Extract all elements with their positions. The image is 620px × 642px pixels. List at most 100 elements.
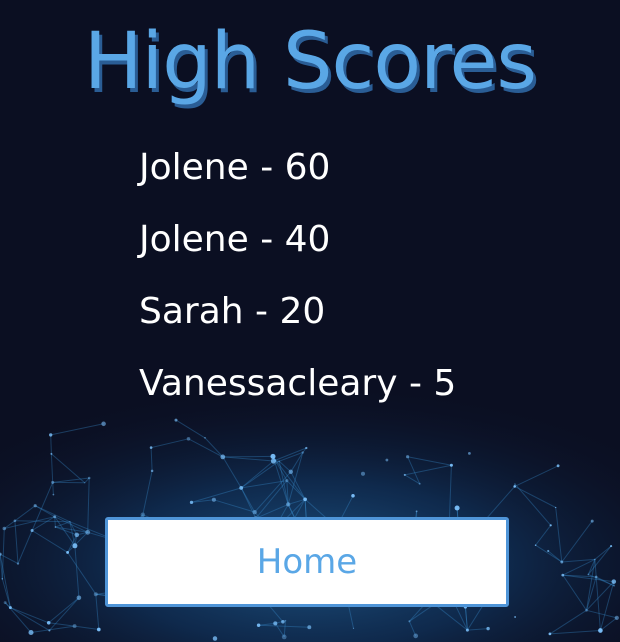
particle-dot	[598, 628, 603, 633]
particle-dot	[468, 452, 471, 455]
particle-dot	[66, 550, 70, 554]
particle-dot	[74, 532, 80, 538]
particle-dot	[301, 451, 305, 454]
particle-dot	[85, 529, 91, 535]
score-entry: Sarah - 20	[139, 291, 326, 332]
particle-dot	[534, 544, 537, 546]
particle-dot	[150, 469, 154, 473]
particle-dot	[270, 453, 276, 459]
particle-dot	[514, 616, 516, 618]
particle-dot	[270, 458, 277, 464]
particle-dot	[305, 446, 308, 450]
particle-dot	[561, 573, 565, 577]
score-entry: Jolene - 60	[139, 147, 331, 188]
particle-link	[52, 482, 54, 495]
particle-dot	[418, 482, 421, 485]
page-title: High Scores	[83, 17, 537, 107]
particle-dot	[3, 601, 7, 605]
score-entry: Jolene - 40	[139, 219, 331, 260]
particle-dot	[76, 595, 82, 601]
particle-dot	[13, 519, 17, 523]
particle-dot	[555, 506, 557, 509]
particle-dot	[69, 521, 71, 523]
particle-dot	[285, 479, 289, 483]
particle-dot	[48, 629, 51, 632]
particle-dot	[611, 579, 617, 584]
particle-dot	[556, 464, 560, 468]
particle-dot	[189, 500, 194, 505]
particle-dot	[465, 628, 469, 632]
particle-dot	[54, 526, 57, 528]
particle-dot	[590, 519, 594, 523]
particle-dot	[46, 621, 51, 625]
particle-dot	[288, 469, 293, 474]
particle-dot	[281, 620, 285, 624]
particle-dot	[403, 473, 406, 476]
particle-dot	[16, 562, 20, 565]
particle-dot	[413, 633, 419, 639]
particle-dot	[8, 606, 12, 610]
high-score-list: Jolene - 60 Jolene - 40 Sarah - 20 Vanes…	[139, 142, 456, 430]
particle-dot	[360, 471, 366, 476]
particle-dot	[514, 483, 516, 485]
particle-dot	[256, 623, 261, 628]
particle-dot	[2, 526, 7, 531]
particle-dot	[486, 626, 490, 631]
particle-dot	[50, 452, 53, 455]
particle-dot	[211, 497, 216, 502]
particle-dot	[30, 528, 34, 533]
particle-dot	[610, 545, 613, 548]
particle-dot	[28, 629, 34, 636]
particle-dot	[549, 524, 552, 527]
particle-dot	[449, 463, 453, 467]
particle-dot	[33, 504, 37, 508]
particle-dot	[93, 592, 98, 597]
particle-dot	[587, 573, 590, 576]
particle-dot	[406, 455, 410, 459]
particle-dot	[1, 578, 4, 580]
particle-dot	[204, 437, 206, 439]
particle-dot	[548, 632, 552, 636]
particle-dot	[53, 515, 57, 519]
score-entry: Vanessacleary - 5	[139, 363, 457, 404]
particle-dot	[101, 421, 106, 427]
particle-dot	[52, 493, 55, 496]
particle-dot	[72, 543, 78, 549]
particle-dot	[560, 560, 564, 564]
particle-dot	[278, 460, 280, 462]
particle-dot	[454, 505, 460, 511]
particle-dot	[273, 621, 278, 626]
particle-dot	[513, 485, 516, 488]
home-button[interactable]: Home	[105, 517, 509, 607]
particle-dot	[72, 624, 77, 629]
particle-dot	[547, 549, 550, 553]
particle-dot	[49, 433, 53, 437]
particle-link	[222, 455, 274, 458]
particle-dot	[408, 620, 411, 623]
particle-dot	[96, 627, 101, 632]
particle-dot	[252, 509, 257, 515]
particle-dot	[87, 476, 91, 480]
particle-dot	[585, 608, 588, 612]
particle-dot	[614, 615, 619, 621]
particle-dot	[351, 494, 355, 498]
particle-dot	[281, 634, 287, 640]
particle-dot	[307, 625, 312, 630]
particle-dot	[352, 627, 355, 630]
particle-dot	[286, 502, 291, 507]
particle-dot	[594, 575, 598, 579]
particle-dot	[239, 485, 244, 490]
particle-dot	[303, 497, 307, 502]
particle-dot	[594, 558, 596, 561]
particle-dot	[385, 458, 389, 462]
particle-dot	[220, 454, 226, 460]
particle-dot	[149, 446, 153, 449]
particle-dot	[84, 482, 86, 484]
particle-link	[54, 516, 56, 528]
particle-dot	[212, 636, 218, 641]
particle-dot	[415, 510, 418, 513]
particle-link	[50, 434, 52, 454]
particle-dot	[186, 437, 191, 441]
particle-dot	[613, 584, 616, 587]
particle-dot	[51, 480, 55, 484]
